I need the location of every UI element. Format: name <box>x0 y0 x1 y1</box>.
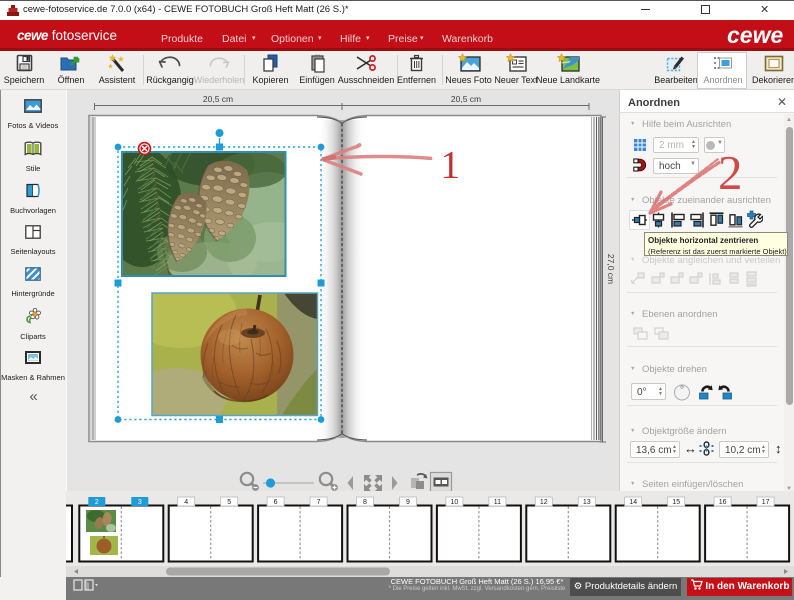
svg-text:20,5 cm: 20,5 cm <box>451 94 481 104</box>
svg-text:16: 16 <box>719 499 727 506</box>
svg-text:27,0 cm: 27,0 cm <box>606 254 616 284</box>
svg-text:17: 17 <box>762 499 770 506</box>
svg-text:9: 9 <box>406 499 410 506</box>
svg-text:20,5 cm: 20,5 cm <box>203 94 233 104</box>
svg-text:11: 11 <box>494 499 501 506</box>
svg-text:13: 13 <box>583 499 591 506</box>
svg-text:12: 12 <box>540 499 548 506</box>
svg-text:15: 15 <box>672 499 680 506</box>
svg-text:4: 4 <box>184 499 188 506</box>
svg-text:6: 6 <box>274 499 278 506</box>
svg-text:5: 5 <box>227 499 231 506</box>
svg-text:10: 10 <box>451 499 459 506</box>
svg-text:1: 1 <box>441 144 461 187</box>
svg-text:2: 2 <box>95 499 99 506</box>
svg-text:3: 3 <box>138 499 142 506</box>
svg-text:8: 8 <box>363 499 367 506</box>
svg-text:14: 14 <box>629 499 637 506</box>
svg-text:7: 7 <box>317 499 321 506</box>
